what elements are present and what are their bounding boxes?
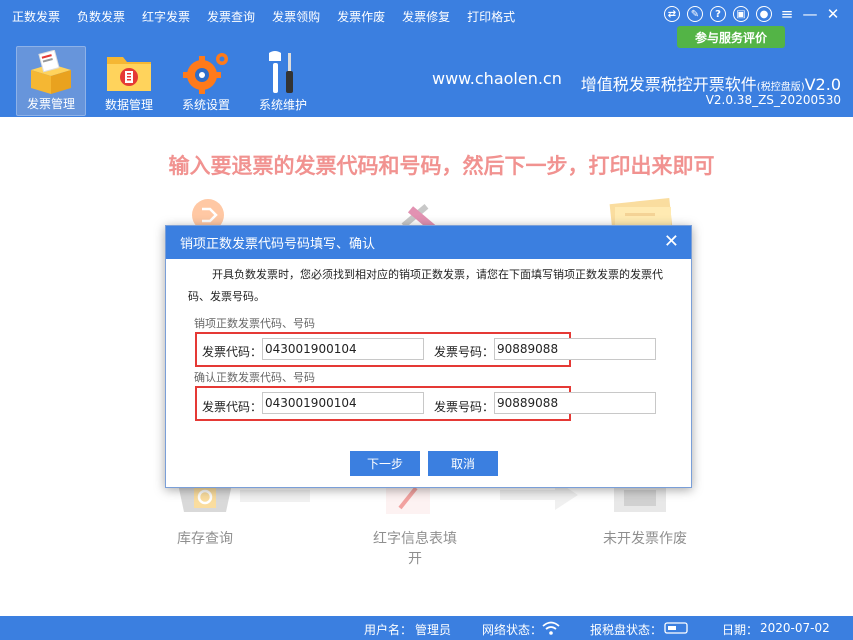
dialog-description: 开具负数发票时，您必须找到相对应的销项正数发票，请您在下面填写销项正数发票的发票… xyxy=(188,268,663,303)
invoice-code-label: 发票代码： xyxy=(202,345,263,359)
confirm-invoice-code-label: 发票代码： xyxy=(202,400,263,414)
feedback-icon[interactable]: ✎ xyxy=(687,6,703,22)
site-url: www.chaolen.cn xyxy=(432,69,562,88)
confirm-invoice-code-input[interactable] xyxy=(262,392,424,414)
folder-icon xyxy=(107,57,151,91)
switch-icon[interactable]: ⇄ xyxy=(664,6,680,22)
menu-invoice-void[interactable]: 发票作废 xyxy=(337,8,385,25)
dialog-title-bar: 销项正数发票代码号码填写、确认 xyxy=(166,226,691,259)
product-version: V2.0.38_ZS_20200530 xyxy=(705,93,841,107)
tax-disk-icon xyxy=(664,622,688,634)
invoice-code-dialog: 销项正数发票代码号码填写、确认 ✕ 开具负数发票时，您必须找到相对应的销项正数发… xyxy=(165,225,692,488)
toolbar-system-settings-label: 系统设置 xyxy=(181,98,230,112)
toolbar-invoice-management-label: 发票管理 xyxy=(26,97,75,111)
confirm-invoice-number-input[interactable] xyxy=(494,392,656,414)
section-confirm-invoice-label: 确认正数发票代码、号码 xyxy=(194,371,315,384)
dialog-close-icon[interactable]: ✕ xyxy=(664,232,679,252)
minimize-icon[interactable]: — xyxy=(802,5,818,23)
invoice-number-input[interactable] xyxy=(494,338,656,360)
product-name: 增值税发票税控开票软件(税控盘版)V2.0 xyxy=(581,71,841,95)
status-date-label: 日期： xyxy=(722,623,759,637)
window-controls: ⇄ ✎ ? ▣ ● ≡ — ✕ xyxy=(657,5,841,23)
status-user-value: 管理员 xyxy=(415,623,452,637)
toolbar-data-management[interactable]: 数据管理 xyxy=(94,46,164,116)
product-edition: (税控盘版) xyxy=(756,82,805,93)
menu-negative-invoice[interactable]: 负数发票 xyxy=(77,8,125,25)
next-step-button[interactable]: 下一步 xyxy=(350,451,420,476)
toolbar-system-settings[interactable]: 系统设置 xyxy=(171,46,241,116)
menu-invoice-purchase[interactable]: 发票领购 xyxy=(272,8,320,25)
app-header: 正数发票 负数发票 红字发票 发票查询 发票领购 发票作废 发票修复 打印格式 … xyxy=(0,0,853,117)
menu-icon[interactable]: ≡ xyxy=(779,5,795,23)
toolbar-system-maintenance-label: 系统维护 xyxy=(258,98,307,112)
menu-red-invoice[interactable]: 红字发票 xyxy=(142,8,190,25)
menu-positive-invoice[interactable]: 正数发票 xyxy=(12,8,60,25)
close-icon[interactable]: ✕ xyxy=(825,5,841,23)
menu-invoice-repair[interactable]: 发票修复 xyxy=(402,8,450,25)
cancel-button[interactable]: 取消 xyxy=(428,451,498,476)
confirm-invoice-number-label: 发票号码： xyxy=(434,400,495,414)
menu-print-format[interactable]: 打印格式 xyxy=(467,8,515,25)
top-menu: 正数发票 负数发票 红字发票 发票查询 发票领购 发票作废 发票修复 打印格式 xyxy=(12,8,532,25)
help-icon[interactable]: ? xyxy=(710,6,726,22)
status-tax-disk-label: 报税盘状态： xyxy=(590,623,663,637)
product-version-short: V2.0 xyxy=(804,75,841,94)
toolbar-system-maintenance[interactable]: 系统维护 xyxy=(248,46,318,116)
wifi-icon xyxy=(542,621,560,635)
lock-icon[interactable]: ▣ xyxy=(733,6,749,22)
gear-icon xyxy=(183,53,228,94)
tools-icon xyxy=(269,51,293,93)
menu-invoice-query[interactable]: 发票查询 xyxy=(207,8,255,25)
product-name-text: 增值税发票税控开票软件 xyxy=(580,75,757,94)
toolbar-invoice-management[interactable]: 发票管理 xyxy=(16,46,86,116)
status-network-label: 网络状态： xyxy=(482,623,543,637)
invoice-box-icon xyxy=(31,50,71,94)
user-icon[interactable]: ● xyxy=(756,6,772,22)
section-sales-invoice-label: 销项正数发票代码、号码 xyxy=(194,317,315,330)
status-bar: 用户名： 管理员 网络状态： 报税盘状态： 日期： 2020-07-02 xyxy=(0,616,853,640)
toolbar-data-management-label: 数据管理 xyxy=(104,98,153,112)
invoice-number-label: 发票号码： xyxy=(434,345,495,359)
status-user-label: 用户名： xyxy=(364,623,413,637)
invoice-code-input[interactable] xyxy=(262,338,424,360)
dialog-title: 销项正数发票代码号码填写、确认 xyxy=(180,237,376,252)
service-rating-button[interactable]: 参与服务评价 xyxy=(677,26,785,48)
status-date-value: 2020-07-02 xyxy=(760,621,830,635)
